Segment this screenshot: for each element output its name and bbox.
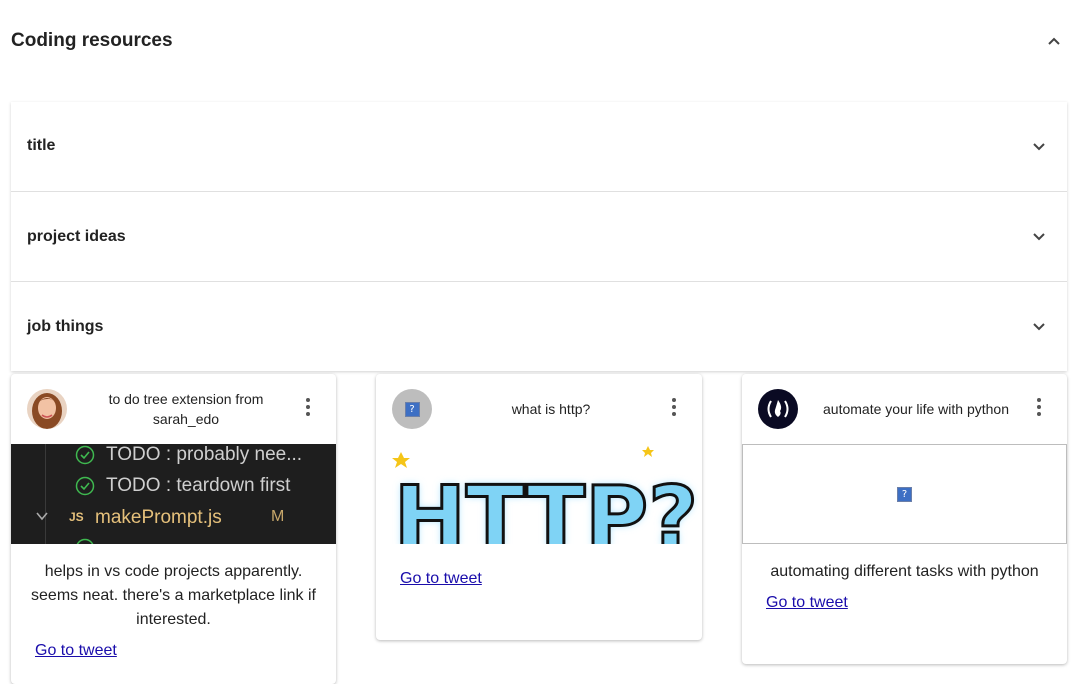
more-vert-icon[interactable] xyxy=(298,397,318,417)
accordion-item-project-ideas[interactable]: project ideas xyxy=(11,191,1067,281)
card-header: ? what is http? xyxy=(376,374,702,444)
code-line: TODO : teardown first xyxy=(106,475,291,496)
card-image: ? xyxy=(742,444,1067,544)
chevron-down-icon[interactable] xyxy=(1031,320,1047,332)
accordion-item-label: title xyxy=(27,137,56,154)
go-to-tweet-link[interactable]: Go to tweet xyxy=(400,570,482,588)
avatar xyxy=(758,389,798,429)
star-icon xyxy=(642,446,654,457)
code-line: makePrompt.js xyxy=(95,507,222,528)
more-vert-icon[interactable] xyxy=(1029,397,1049,417)
card-description: automating different tasks with python xyxy=(770,563,1039,580)
accordion-item-label: project ideas xyxy=(27,228,126,245)
accordion-item-label: job things xyxy=(27,318,104,335)
git-modified-badge: M xyxy=(271,508,285,525)
accordion-item-title[interactable]: title xyxy=(11,102,1067,191)
card-description: helps in vs code projects apparently. se… xyxy=(31,563,316,628)
resource-card: automate your life with python ? automat… xyxy=(742,374,1067,664)
check-circle-icon xyxy=(75,445,95,465)
go-to-tweet-link[interactable]: Go to tweet xyxy=(35,642,117,660)
avatar: ? xyxy=(392,389,432,429)
check-circle-icon xyxy=(76,538,94,544)
go-to-tweet-link[interactable]: Go to tweet xyxy=(766,594,848,612)
code-line: TODO : probably nee... xyxy=(106,444,303,465)
card-header: automate your life with python xyxy=(742,374,1067,444)
resource-card: to do tree extension from sarah_edo TODO… xyxy=(11,374,336,684)
http-text: HTTP? xyxy=(394,468,698,544)
chevron-down-icon xyxy=(36,512,48,521)
chevron-down-icon[interactable] xyxy=(1031,140,1047,152)
section-title: Coding resources xyxy=(11,30,173,51)
resource-card: ? what is http? HTTP? HTTP? Go to tweet xyxy=(376,374,702,640)
broken-image-icon: ? xyxy=(897,487,912,502)
star-icon xyxy=(392,452,410,468)
avatar xyxy=(27,389,67,429)
card-image: TODO : probably nee... TODO : teardown f… xyxy=(11,444,336,544)
accordion-item-job-things[interactable]: job things xyxy=(11,281,1067,371)
section-header[interactable]: Coding resources xyxy=(0,0,1080,84)
card-header: to do tree extension from sarah_edo xyxy=(11,374,336,444)
card-title: automate your life with python xyxy=(823,401,1009,417)
code-line xyxy=(45,444,46,544)
chevron-down-icon[interactable] xyxy=(1031,230,1047,242)
card-title: to do tree extension from sarah_edo xyxy=(108,391,264,427)
accordion: title project ideas job things xyxy=(11,102,1067,371)
http-illustration: HTTP? HTTP? xyxy=(392,446,700,544)
broken-image-icon: ? xyxy=(404,401,420,417)
js-file-badge: JS xyxy=(69,510,84,524)
card-image: HTTP? HTTP? xyxy=(376,444,702,544)
chevron-up-icon[interactable] xyxy=(1045,34,1063,48)
freecodecamp-logo-icon xyxy=(767,400,789,418)
check-circle-icon xyxy=(75,476,95,496)
user-photo-avatar-icon xyxy=(27,389,67,429)
card-title: what is http? xyxy=(511,401,591,417)
more-vert-icon[interactable] xyxy=(664,397,684,417)
